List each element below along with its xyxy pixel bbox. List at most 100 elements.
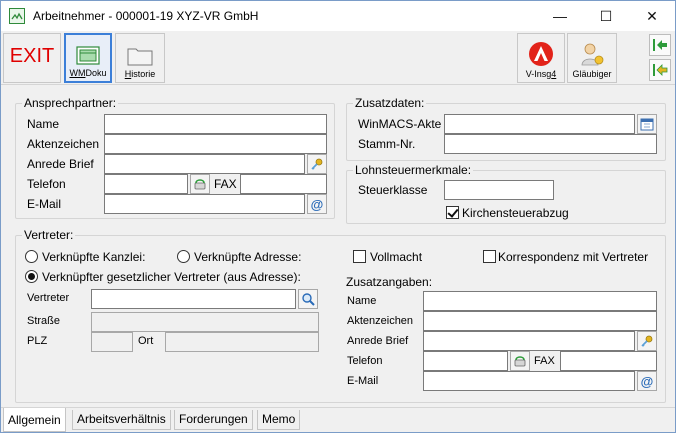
- window-title: Arbeitnehmer - 000001-19 XYZ-VR GmbH: [33, 9, 259, 23]
- maximize-icon: ☐: [599, 7, 613, 24]
- at-sign-icon: @: [640, 373, 654, 389]
- title-bar: Arbeitnehmer - 000001-19 XYZ-VR GmbH — ☐…: [1, 1, 675, 31]
- z-name-label: Name: [347, 295, 377, 307]
- folder-icon: [76, 46, 100, 65]
- z-name-field[interactable]: [423, 291, 657, 311]
- minimize-button[interactable]: —: [537, 1, 583, 31]
- radio-verknuepfte-kanzlei[interactable]: [25, 250, 38, 263]
- stamm-nr-field[interactable]: [444, 134, 657, 154]
- z-fax-label: FAX: [534, 355, 555, 367]
- telefon-dial-button[interactable]: [190, 174, 210, 194]
- z-aktenzeichen-field[interactable]: [423, 311, 657, 331]
- tab-forderungen[interactable]: Forderungen: [174, 410, 253, 430]
- tab-bar: Allgemein Arbeitsverhältnis Forderungen …: [1, 407, 675, 432]
- arrow-left-bar-icon: [653, 39, 667, 51]
- glaeubiger-button[interactable]: Gläubiger: [567, 33, 617, 83]
- email-label: E-Mail: [27, 197, 62, 211]
- winmacs-open-button[interactable]: [637, 114, 657, 134]
- search-icon: [302, 293, 315, 306]
- strasse-label: Straße: [27, 315, 61, 327]
- exit-button[interactable]: EXIT: [3, 33, 61, 83]
- tab-arbeitsverhaeltnis[interactable]: Arbeitsverhältnis: [72, 410, 171, 430]
- steuerklasse-field[interactable]: [444, 180, 554, 200]
- stamm-nr-label: Stamm-Nr.: [358, 137, 416, 151]
- ansprechpartner-title: Ansprechpartner:: [22, 96, 119, 110]
- vertreter-field[interactable]: [91, 289, 296, 309]
- kirchensteuer-label: Kirchensteuerabzug: [462, 206, 569, 220]
- aktenzeichen-label: Aktenzeichen: [27, 137, 100, 151]
- wmdoku-label: WMDoku: [69, 68, 107, 78]
- z-anrede-field[interactable]: [423, 331, 635, 351]
- glaeubiger-label: Gläubiger: [572, 69, 612, 79]
- app-logo-icon: [9, 8, 25, 24]
- previous-record-button[interactable]: [649, 59, 671, 81]
- close-button[interactable]: ✕: [629, 1, 675, 31]
- lohnsteuer-title: Lohnsteuermerkmale:: [353, 163, 474, 177]
- radio-adresse-label: Verknüpfte Adresse:: [194, 250, 302, 264]
- tab-memo[interactable]: Memo: [257, 410, 301, 430]
- toolbar: EXIT WMDoku Historie V-Insg4 Gläubiger: [1, 31, 675, 85]
- radio-gesetzlicher-vertreter[interactable]: [25, 270, 38, 283]
- arrow-left-icon: [653, 64, 668, 76]
- key-icon: [311, 158, 323, 170]
- zusatzangaben-title: Zusatzangaben:: [346, 275, 433, 289]
- maximize-button[interactable]: ☐: [583, 1, 629, 31]
- at-sign-icon: @: [310, 196, 324, 212]
- z-anrede-lookup-button[interactable]: [637, 331, 657, 351]
- z-email-label: E-Mail: [347, 375, 379, 387]
- plz-label: PLZ: [27, 335, 48, 347]
- radio-gesetzlich-label: Verknüpfter gesetzlicher Vertreter (aus …: [42, 270, 301, 284]
- calendar-icon: [640, 118, 654, 131]
- zusatzdaten-title: Zusatzdaten:: [353, 96, 427, 110]
- fax-field[interactable]: [240, 174, 327, 194]
- email-send-button[interactable]: @: [307, 194, 327, 214]
- z-aktenzeichen-label: Aktenzeichen: [347, 315, 414, 327]
- winmacs-akte-label: WinMACS-Akte: [358, 117, 442, 131]
- v-insg-button[interactable]: V-Insg4: [517, 33, 565, 83]
- vertreter-title: Vertreter:: [22, 228, 76, 242]
- telefon-field[interactable]: [104, 174, 188, 194]
- minimize-icon: —: [553, 8, 567, 24]
- anrede-brief-field[interactable]: [104, 154, 305, 174]
- strasse-field: [91, 312, 319, 332]
- anrede-brief-label: Anrede Brief: [27, 157, 94, 171]
- z-anrede-label: Anrede Brief: [347, 335, 409, 347]
- z-telefon-dial-button[interactable]: [510, 351, 530, 371]
- vertreter-search-button[interactable]: [298, 289, 318, 309]
- first-record-button[interactable]: [649, 34, 671, 56]
- z-email-field[interactable]: [423, 371, 635, 391]
- z-email-send-button[interactable]: @: [637, 371, 657, 391]
- close-icon: ✕: [646, 7, 658, 24]
- aktenzeichen-field[interactable]: [104, 134, 327, 154]
- email-field[interactable]: [104, 194, 305, 214]
- name-field[interactable]: [104, 114, 327, 134]
- telefon-label: Telefon: [27, 177, 66, 191]
- winmacs-akte-field[interactable]: [444, 114, 635, 134]
- folder-icon: [127, 48, 153, 66]
- ort-label: Ort: [138, 335, 154, 347]
- korrespondenz-label: Korrespondenz mit Vertreter: [498, 250, 649, 264]
- z-fax-field[interactable]: [560, 351, 657, 371]
- plz-field: [91, 332, 133, 352]
- phone-icon: [514, 356, 526, 367]
- phone-icon: [194, 179, 206, 190]
- exit-label: EXIT: [9, 45, 55, 67]
- person-icon: [581, 43, 604, 66]
- wmdoku-button[interactable]: WMDoku: [64, 33, 112, 83]
- radio-kanzlei-label: Verknüpfte Kanzlei:: [42, 250, 146, 264]
- arbeitsagentur-icon: [529, 42, 553, 66]
- app-window: Arbeitnehmer - 000001-19 XYZ-VR GmbH — ☐…: [0, 0, 676, 433]
- z-telefon-label: Telefon: [347, 355, 383, 367]
- korrespondenz-checkbox[interactable]: [483, 250, 496, 263]
- anrede-lookup-button[interactable]: [307, 154, 327, 174]
- key-icon: [641, 335, 653, 347]
- steuerklasse-label: Steuerklasse: [358, 183, 428, 197]
- kirchensteuer-checkbox[interactable]: [446, 206, 459, 219]
- ort-field: [165, 332, 319, 352]
- z-telefon-field[interactable]: [423, 351, 508, 371]
- vollmacht-checkbox[interactable]: [353, 250, 366, 263]
- vertreter-label: Vertreter: [27, 292, 70, 304]
- radio-verknuepfte-adresse[interactable]: [177, 250, 190, 263]
- historie-button[interactable]: Historie: [115, 33, 165, 83]
- tab-allgemein[interactable]: Allgemein: [3, 408, 66, 432]
